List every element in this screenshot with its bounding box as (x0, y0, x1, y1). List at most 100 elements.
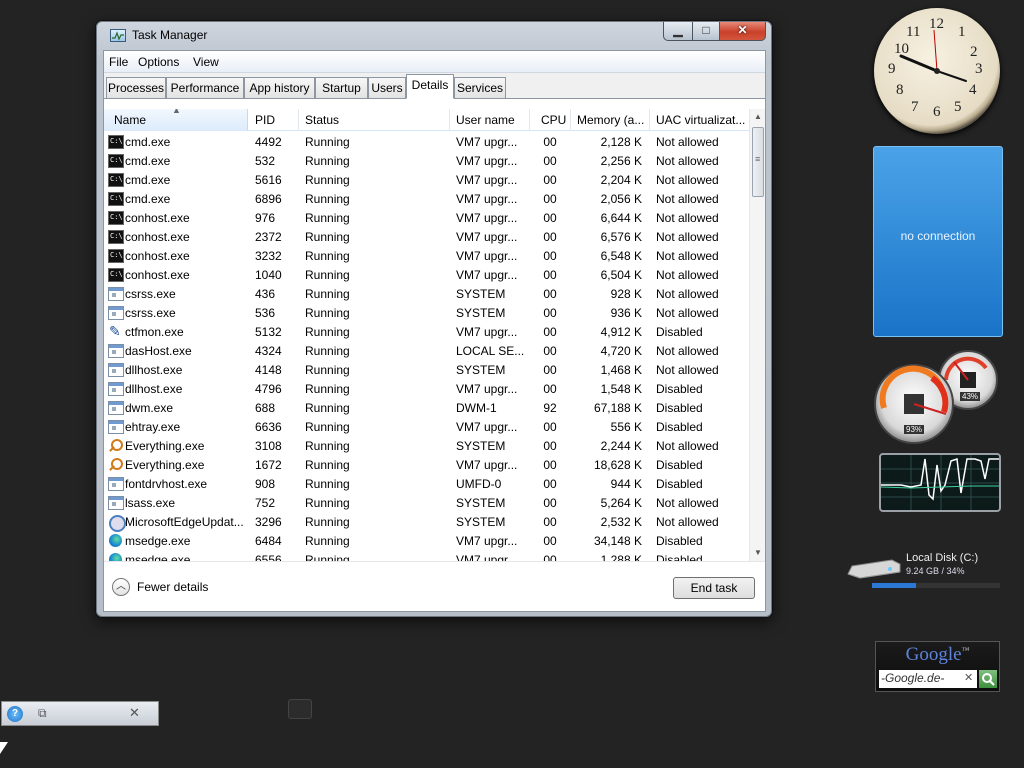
cell-uac: Not allowed (656, 173, 719, 187)
cmd-icon (108, 135, 124, 149)
column-divider[interactable] (298, 109, 299, 131)
cell-memory: 1,548 K (600, 382, 642, 396)
search-icon[interactable] (979, 670, 997, 688)
table-row[interactable]: msedge.exe 6484 Running VM7 upgr... 00 34,148… (104, 532, 749, 551)
minimized-window-bar[interactable]: ? ⧉ ✕ (1, 701, 159, 726)
cpu-meter-gadget[interactable]: 93% 43% (874, 350, 1004, 446)
table-row[interactable]: cmd.exe 4492 Running VM7 upgr... 00 2,128 K No… (104, 133, 749, 152)
table-row[interactable]: csrss.exe 436 Running SYSTEM 00 928 K Not allo… (104, 285, 749, 304)
table-row[interactable]: lsass.exe 752 Running SYSTEM 00 5,264 K Not al… (104, 494, 749, 513)
edge-icon (108, 553, 124, 561)
table-row[interactable]: msedge.exe 6556 Running VM7 upgr... 00 1,288 … (104, 551, 749, 561)
cell-pid: 4148 (255, 363, 282, 377)
tab-app-history[interactable]: App history (244, 77, 315, 98)
tab-services[interactable]: Services (454, 77, 506, 98)
cell-uac: Not allowed (656, 496, 719, 510)
window-icon (108, 420, 124, 434)
window-icon (108, 496, 124, 510)
table-row[interactable]: dasHost.exe 4324 Running LOCAL SE... 00 4,720… (104, 342, 749, 361)
feed-headlines-gadget[interactable]: no connection (873, 146, 1003, 337)
cell-user-name: VM7 upgr... (456, 534, 518, 548)
restore-icon[interactable]: ⧉ (38, 706, 47, 721)
memory-usage-label: 43% (960, 392, 981, 401)
column-header-pid[interactable]: PID (255, 113, 275, 127)
table-row[interactable]: dllhost.exe 4796 Running VM7 upgr... 00 1,548… (104, 380, 749, 399)
cell-cpu: 00 (543, 515, 557, 529)
cell-name: cmd.exe (125, 173, 171, 187)
end-task-button[interactable]: End task (673, 577, 755, 599)
minimize-icon: ▁ (673, 23, 683, 37)
chevron-up-icon[interactable]: ︿ (112, 578, 130, 596)
cell-user-name: VM7 upgr... (456, 268, 518, 282)
table-row[interactable]: MicrosoftEdgeUpdat... 3296 Running SYSTEM 00… (104, 513, 749, 532)
network-graph-gadget[interactable] (879, 453, 1001, 512)
cell-cpu: 00 (543, 173, 557, 187)
help-icon[interactable]: ? (7, 706, 23, 722)
table-row[interactable]: csrss.exe 536 Running SYSTEM 00 936 K Not allo… (104, 304, 749, 323)
scroll-down-arrow-icon[interactable]: ▼ (750, 545, 765, 561)
table-row[interactable]: conhost.exe 2372 Running VM7 upgr... 00 6,576… (104, 228, 749, 247)
minimize-button[interactable]: ▁ (663, 22, 693, 41)
table-row[interactable]: ehtray.exe 6636 Running VM7 upgr... 00 556 K D… (104, 418, 749, 437)
cell-memory: 556 K (610, 420, 642, 434)
tab-processes[interactable]: Processes (106, 77, 166, 98)
table-row[interactable]: conhost.exe 1040 Running VM7 upgr... 00 6,504… (104, 266, 749, 285)
table-row[interactable]: Everything.exe 3108 Running SYSTEM 00 2,244 K… (104, 437, 749, 456)
menu-view[interactable]: View (193, 55, 219, 69)
column-header-name[interactable]: Name (114, 113, 146, 127)
maximize-button[interactable]: □ (692, 22, 720, 41)
table-row[interactable]: conhost.exe 3232 Running VM7 upgr... 00 6,548… (104, 247, 749, 266)
close-button[interactable]: ✕ (719, 22, 766, 41)
tab-startup[interactable]: Startup (315, 77, 368, 98)
column-header-cpu[interactable]: CPU (541, 113, 566, 127)
google-search-input[interactable]: -Google.de- (879, 670, 977, 688)
cell-status: Running (305, 154, 350, 168)
scrollbar-thumb[interactable] (752, 127, 764, 197)
cell-memory: 6,576 K (600, 230, 642, 244)
cell-uac: Disabled (656, 477, 703, 491)
column-divider[interactable] (449, 109, 450, 131)
table-row[interactable]: cmd.exe 532 Running VM7 upgr... 00 2,256 K Not… (104, 152, 749, 171)
fewer-details-link[interactable]: Fewer details (137, 580, 208, 594)
tab-details[interactable]: Details (406, 74, 454, 99)
window-icon (108, 477, 124, 491)
column-header-uac-virtualization[interactable]: UAC virtualizat... (656, 113, 745, 127)
table-row[interactable]: fontdrvhost.exe 908 Running UMFD-0 00 944 K Di… (104, 475, 749, 494)
cell-uac: Disabled (656, 401, 703, 415)
clock-gadget[interactable]: 12 1 2 3 4 5 6 7 8 9 10 11 (874, 8, 1000, 134)
maximize-icon: □ (702, 23, 710, 37)
column-header-memory[interactable]: Memory (a... (577, 113, 644, 127)
cell-name: dllhost.exe (125, 363, 183, 377)
cell-user-name: SYSTEM (456, 363, 506, 377)
close-icon[interactable]: ✕ (129, 705, 140, 721)
cell-name: MicrosoftEdgeUpdat... (125, 515, 244, 529)
cell-uac: Not allowed (656, 306, 719, 320)
vertical-scrollbar[interactable]: ▲ ▼ (749, 109, 765, 561)
table-row[interactable]: dwm.exe 688 Running DWM-1 92 67,188 K Disabled (104, 399, 749, 418)
table-row[interactable]: conhost.exe 976 Running VM7 upgr... 00 6,644 … (104, 209, 749, 228)
column-header-user-name[interactable]: User name (456, 113, 515, 127)
cell-pid: 2372 (255, 230, 282, 244)
cell-uac: Disabled (656, 382, 703, 396)
column-divider[interactable] (529, 109, 530, 131)
table-row[interactable]: cmd.exe 6896 Running VM7 upgr... 00 2,056 K No… (104, 190, 749, 209)
cell-name: conhost.exe (125, 249, 190, 263)
table-row[interactable]: cmd.exe 5616 Running VM7 upgr... 00 2,204 K No… (104, 171, 749, 190)
tab-users[interactable]: Users (368, 77, 406, 98)
menu-options[interactable]: Options (138, 55, 179, 69)
table-row[interactable]: Everything.exe 1672 Running VM7 upgr... 00 18… (104, 456, 749, 475)
column-divider[interactable] (649, 109, 650, 131)
scroll-up-arrow-icon[interactable]: ▲ (750, 109, 765, 125)
column-header-status[interactable]: Status (305, 113, 339, 127)
desktop-window-icon[interactable] (288, 699, 312, 719)
table-row[interactable]: dllhost.exe 4148 Running SYSTEM 00 1,468 K Not… (104, 361, 749, 380)
cell-memory: 67,188 K (593, 401, 642, 415)
menu-file[interactable]: File (109, 55, 128, 69)
clear-search-icon[interactable]: ✕ (964, 671, 973, 684)
tab-performance[interactable]: Performance (166, 77, 244, 98)
cell-user-name: UMFD-0 (456, 477, 502, 491)
table-row[interactable]: ctfmon.exe 5132 Running VM7 upgr... 00 4,912 … (104, 323, 749, 342)
column-divider[interactable] (570, 109, 571, 131)
cmd-icon (108, 192, 124, 206)
cell-memory: 1,288 K (600, 553, 642, 561)
